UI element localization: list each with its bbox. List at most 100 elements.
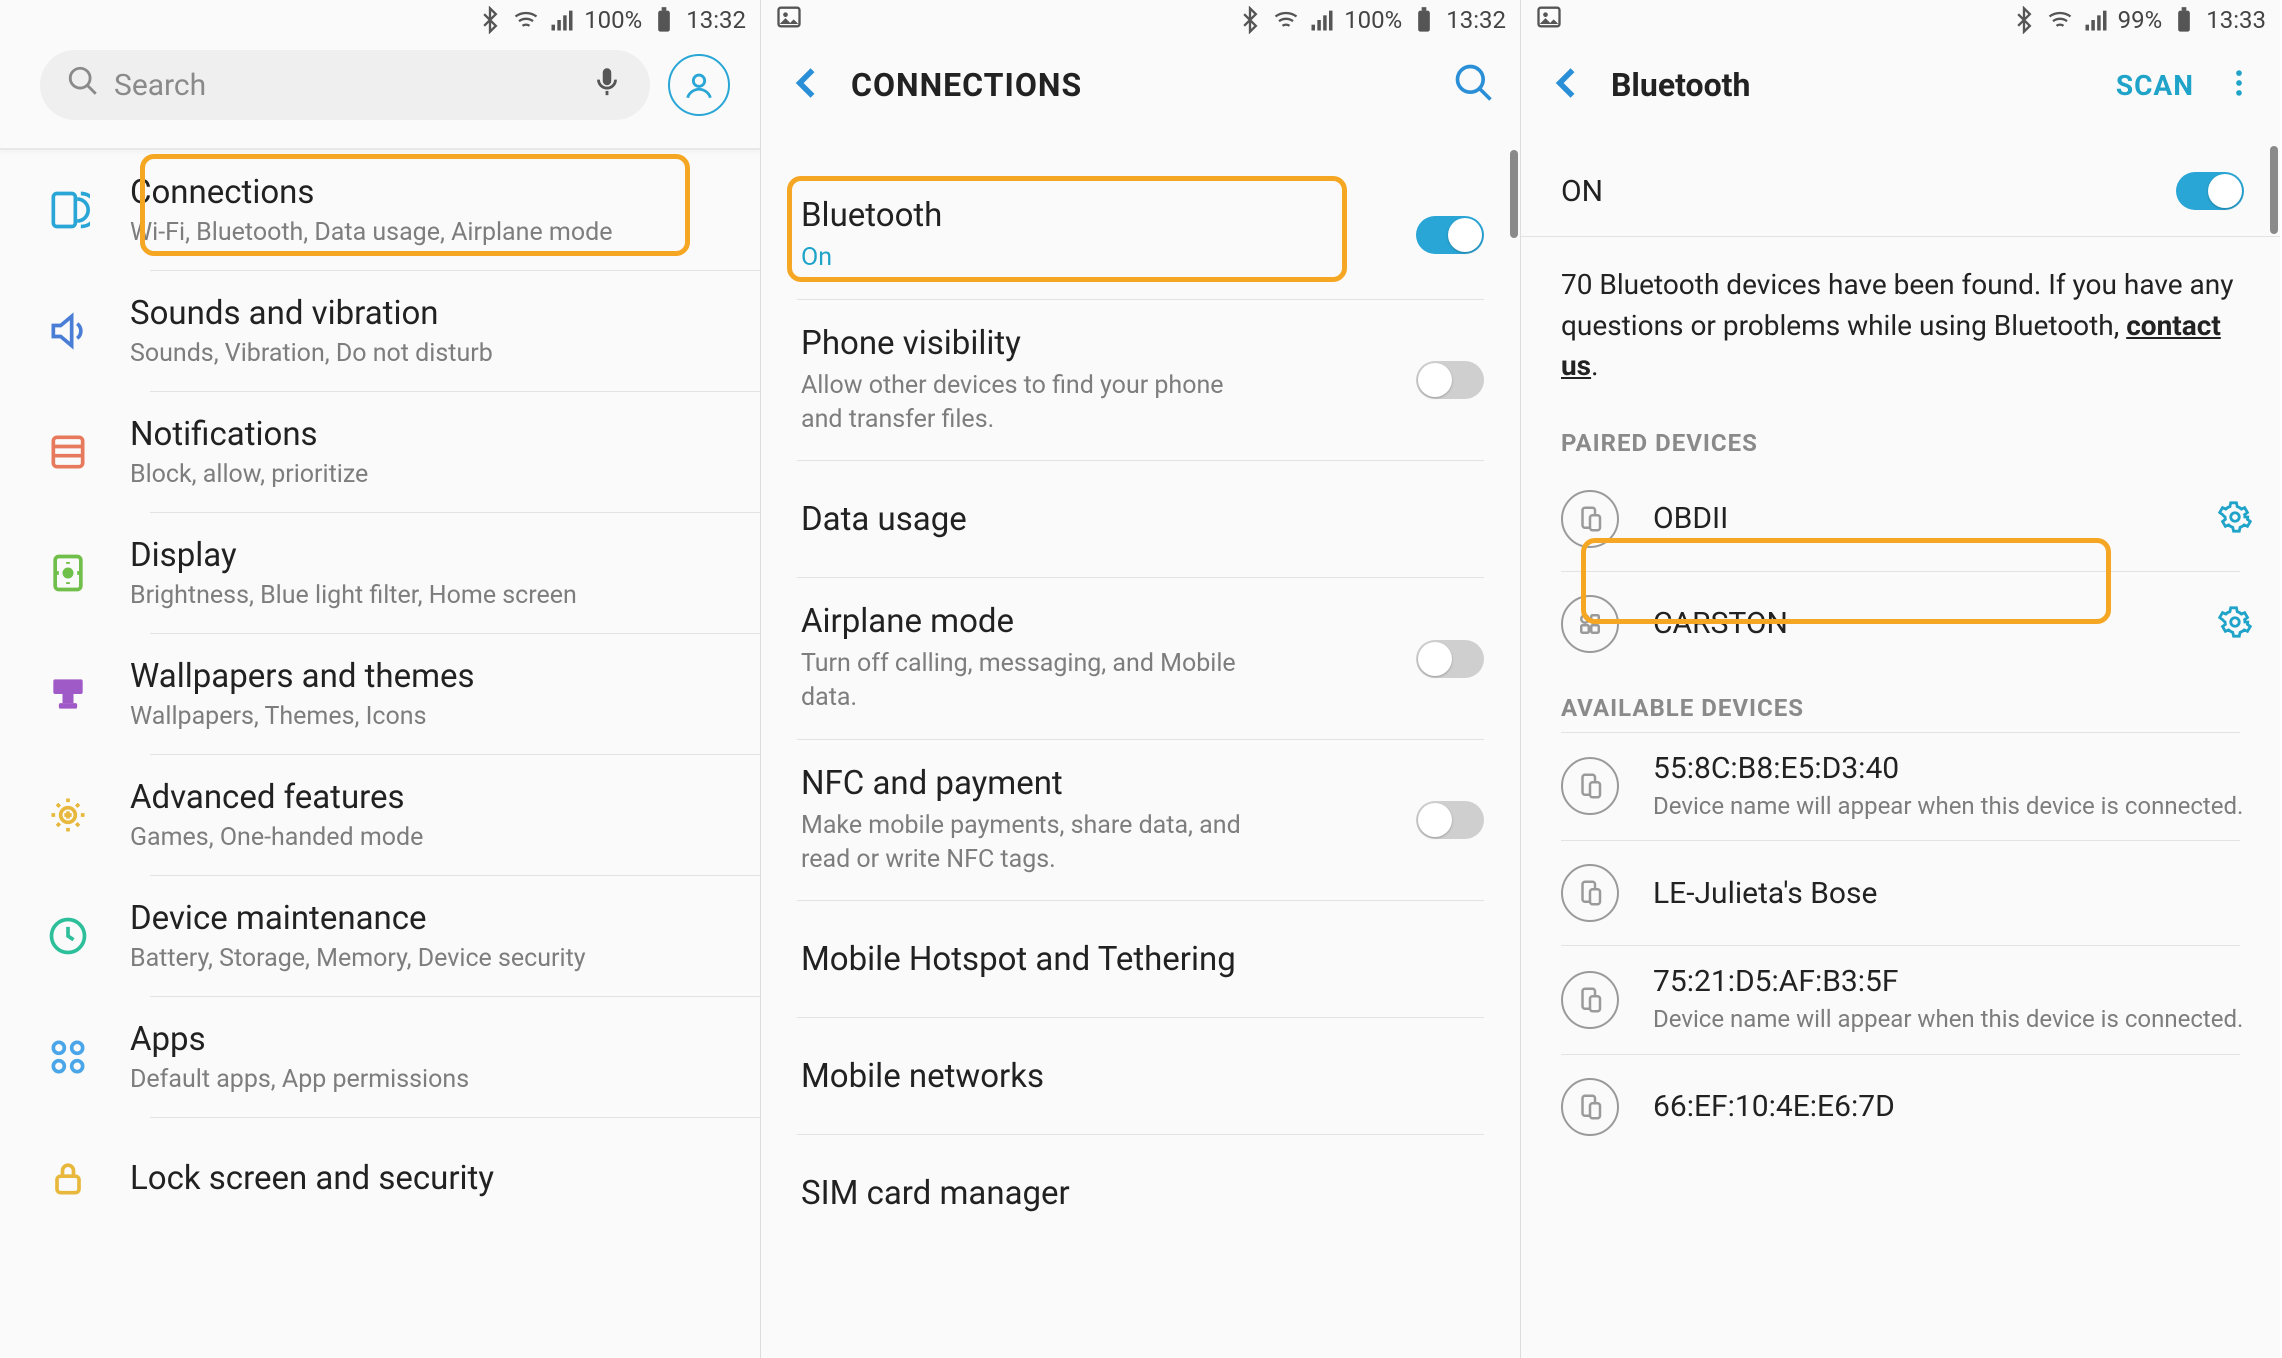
- device-sub: Device name will appear when this device…: [1653, 790, 2252, 822]
- profile-button[interactable]: [668, 54, 730, 116]
- screen-settings: 100% 13:32 Search Connections: [0, 0, 760, 1358]
- settings-row-sub: Games, One-handed mode: [130, 823, 740, 852]
- available-device-row[interactable]: 75:21:D5:AF:B3:5F Device name will appea…: [1521, 946, 2280, 1053]
- device-name: 75:21:D5:AF:B3:5F: [1653, 964, 2252, 999]
- wifi-icon: [512, 6, 540, 34]
- settings-list[interactable]: Connections Wi-Fi, Bluetooth, Data usage…: [0, 148, 760, 1358]
- more-button[interactable]: [2222, 66, 2256, 104]
- toggle-visibility[interactable]: [1416, 361, 1484, 399]
- connections-row-nfc[interactable]: NFC and payment Make mobile payments, sh…: [761, 740, 1520, 901]
- lock-icon: [38, 1156, 98, 1200]
- signal-icon: [548, 6, 576, 34]
- bluetooth-master-toggle-row[interactable]: ON: [1521, 146, 2280, 236]
- settings-row-title: Sounds and vibration: [130, 294, 740, 333]
- bluetooth-info-text: 70 Bluetooth devices have been found. If…: [1521, 237, 2280, 411]
- scan-button[interactable]: SCAN: [2116, 69, 2194, 102]
- available-device-row[interactable]: 55:8C:B8:E5:D3:40 Device name will appea…: [1521, 733, 2280, 840]
- device-phone-icon: [1561, 1078, 1619, 1136]
- on-label: ON: [1561, 174, 1603, 209]
- device-name: 55:8C:B8:E5:D3:40: [1653, 751, 2252, 786]
- connections-row-hotspot[interactable]: Mobile Hotspot and Tethering: [761, 901, 1520, 1017]
- scrollbar[interactable]: [2270, 146, 2278, 234]
- settings-row-apps[interactable]: Apps Default apps, App permissions: [0, 997, 760, 1117]
- settings-row-sub: Sounds, Vibration, Do not disturb: [130, 339, 740, 368]
- settings-row-lockscreen[interactable]: Lock screen and security: [0, 1118, 760, 1238]
- row-sub: On: [801, 241, 1396, 275]
- signal-icon: [2082, 6, 2110, 34]
- device-settings-button[interactable]: [2218, 605, 2252, 643]
- gallery-status-icon: [1535, 3, 1563, 37]
- row-sub: Make mobile payments, share data, and re…: [801, 809, 1261, 877]
- toggle-bluetooth[interactable]: [1416, 216, 1484, 254]
- settings-row-sub: Battery, Storage, Memory, Device securit…: [130, 944, 740, 973]
- clock-time: 13:32: [686, 6, 746, 34]
- apps-icon: [38, 1035, 98, 1079]
- settings-row-title: Advanced features: [130, 778, 740, 817]
- display-icon: [38, 551, 98, 595]
- settings-row-connections[interactable]: Connections Wi-Fi, Bluetooth, Data usage…: [0, 150, 760, 270]
- battery-percent: 100%: [584, 6, 642, 34]
- connections-row-sim[interactable]: SIM card manager: [761, 1135, 1520, 1251]
- connections-list[interactable]: Bluetooth On Phone visibility Allow othe…: [761, 150, 1520, 1358]
- device-phone-icon: [1561, 864, 1619, 922]
- available-device-row[interactable]: 66:EF:10:4E:E6:7D: [1521, 1055, 2280, 1159]
- toggle-nfc[interactable]: [1416, 801, 1484, 839]
- row-title: NFC and payment: [801, 764, 1396, 803]
- paired-device-row[interactable]: OBDII: [1521, 467, 2280, 571]
- search-button[interactable]: [1452, 61, 1496, 109]
- settings-row-sub: Wi-Fi, Bluetooth, Data usage, Airplane m…: [130, 218, 740, 247]
- sound-icon: [38, 309, 98, 353]
- row-title: Data usage: [801, 500, 1484, 539]
- bluetooth-content[interactable]: ON 70 Bluetooth devices have been found.…: [1521, 146, 2280, 1358]
- settings-row-notifications[interactable]: Notifications Block, allow, prioritize: [0, 392, 760, 512]
- search-input[interactable]: Search: [40, 50, 650, 120]
- settings-row-title: Display: [130, 536, 740, 575]
- settings-row-sounds[interactable]: Sounds and vibration Sounds, Vibration, …: [0, 271, 760, 391]
- mic-icon[interactable]: [590, 64, 624, 106]
- battery-icon: [1410, 6, 1438, 34]
- device-phone-icon: [1561, 757, 1619, 815]
- back-button[interactable]: [1545, 61, 1589, 109]
- row-title: SIM card manager: [801, 1174, 1484, 1213]
- settings-row-device-maintenance[interactable]: Device maintenance Battery, Storage, Mem…: [0, 876, 760, 996]
- device-settings-button[interactable]: [2218, 500, 2252, 538]
- settings-row-title: Notifications: [130, 415, 740, 454]
- settings-row-title: Device maintenance: [130, 899, 740, 938]
- bluetooth-icon: [476, 6, 504, 34]
- toggle-airplane[interactable]: [1416, 640, 1484, 678]
- battery-icon: [2170, 6, 2198, 34]
- bluetooth-icon: [1236, 6, 1264, 34]
- toggle-bluetooth-master[interactable]: [2176, 172, 2244, 210]
- page-title: Bluetooth: [1611, 66, 1750, 104]
- screen-connections: 100% 13:32 CONNECTIONS Bluetooth On: [760, 0, 1520, 1358]
- device-name: LE-Julieta's Bose: [1653, 876, 2252, 911]
- device-grid-icon: [1561, 595, 1619, 653]
- settings-row-display[interactable]: Display Brightness, Blue light filter, H…: [0, 513, 760, 633]
- row-title: Bluetooth: [801, 196, 1396, 235]
- wifi-icon: [1272, 6, 1300, 34]
- connections-row-data-usage[interactable]: Data usage: [761, 461, 1520, 577]
- search-icon: [66, 64, 100, 106]
- clock-time: 13:32: [1446, 6, 1506, 34]
- paired-device-row[interactable]: CARSTON: [1521, 572, 2280, 676]
- connections-row-visibility[interactable]: Phone visibility Allow other devices to …: [761, 300, 1520, 461]
- available-device-row[interactable]: LE-Julieta's Bose: [1521, 841, 2280, 945]
- connections-row-mobile-networks[interactable]: Mobile networks: [761, 1018, 1520, 1134]
- device-phone-icon: [1561, 490, 1619, 548]
- battery-icon: [650, 6, 678, 34]
- back-button[interactable]: [785, 61, 829, 109]
- settings-row-wallpapers[interactable]: Wallpapers and themes Wallpapers, Themes…: [0, 634, 760, 754]
- row-title: Phone visibility: [801, 324, 1396, 363]
- row-title: Mobile networks: [801, 1057, 1484, 1096]
- status-bar: 100% 13:32: [761, 0, 1520, 40]
- search-row: Search: [0, 40, 760, 138]
- signal-icon: [1308, 6, 1336, 34]
- connections-row-airplane[interactable]: Airplane mode Turn off calling, messagin…: [761, 578, 1520, 739]
- notifications-icon: [38, 430, 98, 474]
- device-sub: Device name will appear when this device…: [1653, 1003, 2252, 1035]
- settings-row-advanced[interactable]: Advanced features Games, One-handed mode: [0, 755, 760, 875]
- row-title: Mobile Hotspot and Tethering: [801, 940, 1484, 979]
- paired-devices-header: PAIRED DEVICES: [1521, 411, 2280, 467]
- settings-row-sub: Brightness, Blue light filter, Home scre…: [130, 581, 740, 610]
- connections-row-bluetooth[interactable]: Bluetooth On: [761, 172, 1520, 299]
